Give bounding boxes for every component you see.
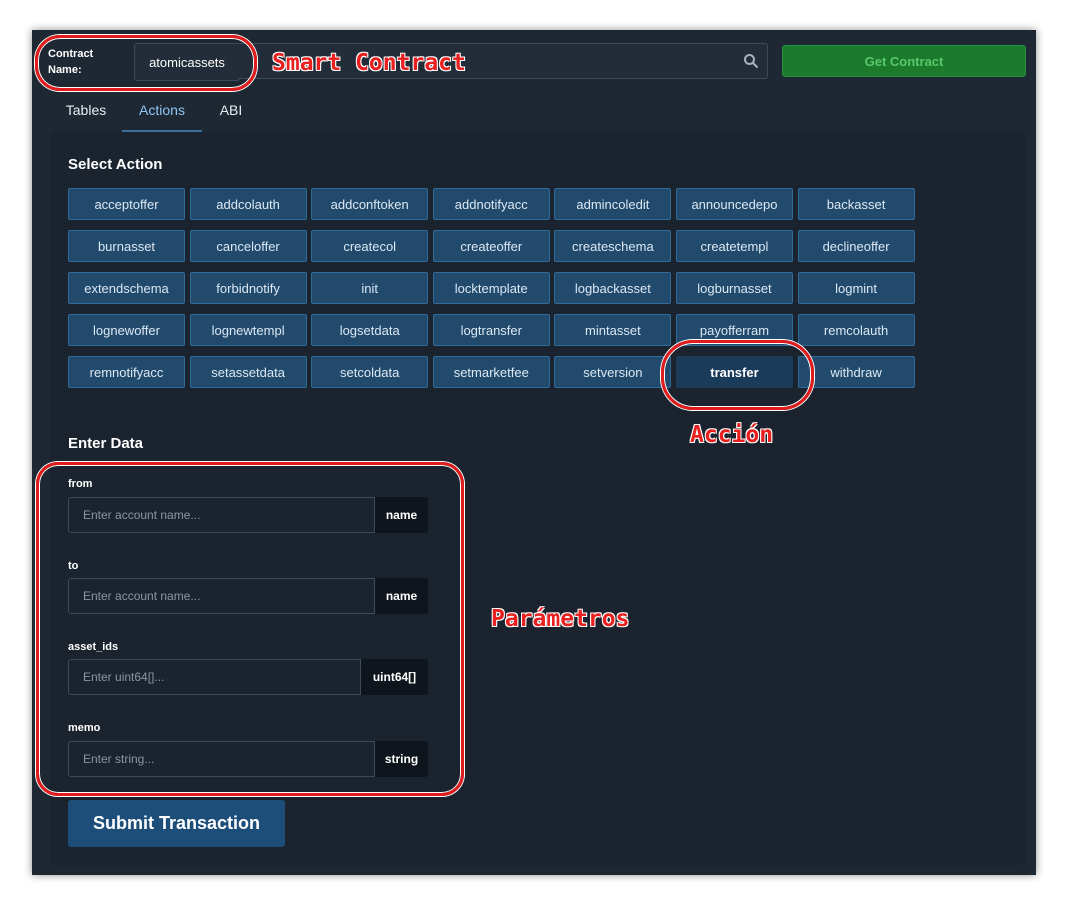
action-button-withdraw[interactable]: withdraw	[797, 356, 915, 388]
accion-highlight	[661, 340, 814, 410]
action-button-init[interactable]: init	[311, 272, 429, 304]
action-button-locktemplate[interactable]: locktemplate	[432, 272, 550, 304]
action-button-admincoledit[interactable]: admincoledit	[554, 188, 672, 220]
action-button-logburnasset[interactable]: logburnasset	[675, 272, 793, 304]
action-button-extendschema[interactable]: extendschema	[68, 272, 185, 304]
action-button-remnotifyacc[interactable]: remnotifyacc	[68, 356, 185, 388]
action-button-announcedepo[interactable]: announcedepo	[675, 188, 793, 220]
action-button-declineoffer[interactable]: declineoffer	[797, 230, 915, 262]
smart-contract-annotation: Smart Contract	[272, 50, 466, 76]
action-button-addnotifyacc[interactable]: addnotifyacc	[432, 188, 550, 220]
action-button-addcolauth[interactable]: addcolauth	[189, 188, 307, 220]
action-button-setassetdata[interactable]: setassetdata	[189, 356, 307, 388]
action-button-lognewtempl[interactable]: lognewtempl	[189, 314, 307, 346]
action-button-createoffer[interactable]: createoffer	[432, 230, 550, 262]
action-button-logtransfer[interactable]: logtransfer	[432, 314, 550, 346]
action-button-setmarketfee[interactable]: setmarketfee	[432, 356, 550, 388]
action-button-backasset[interactable]: backasset	[797, 188, 915, 220]
enter-data-title: Enter Data	[68, 435, 144, 452]
action-button-mintasset[interactable]: mintasset	[554, 314, 672, 346]
action-button-createcol[interactable]: createcol	[311, 230, 429, 262]
tab-abi[interactable]: ABI	[202, 94, 260, 132]
search-icon[interactable]	[743, 53, 759, 69]
action-button-logsetdata[interactable]: logsetdata	[311, 314, 429, 346]
action-button-lognewoffer[interactable]: lognewoffer	[68, 314, 185, 346]
action-button-forbidnotify[interactable]: forbidnotify	[189, 272, 307, 304]
action-button-createtempl[interactable]: createtempl	[675, 230, 793, 262]
action-button-setcoldata[interactable]: setcoldata	[311, 356, 429, 388]
tab-tables[interactable]: Tables	[52, 94, 120, 132]
tab-actions[interactable]: Actions	[122, 94, 202, 132]
submit-transaction-button[interactable]: Submit Transaction	[68, 800, 285, 847]
action-button-setversion[interactable]: setversion	[554, 356, 672, 388]
action-button-addconftoken[interactable]: addconftoken	[311, 188, 429, 220]
parametros-highlight	[36, 462, 464, 796]
get-contract-button[interactable]: Get Contract	[782, 45, 1026, 77]
action-button-canceloffer[interactable]: canceloffer	[189, 230, 307, 262]
parametros-annotation: Parámetros	[491, 606, 630, 632]
action-button-acceptoffer[interactable]: acceptoffer	[68, 188, 185, 220]
smart-contract-highlight	[35, 35, 257, 91]
accion-annotation: Acción	[690, 422, 774, 448]
action-button-logmint[interactable]: logmint	[797, 272, 915, 304]
action-button-createschema[interactable]: createschema	[554, 230, 672, 262]
select-action-title: Select Action	[68, 156, 163, 173]
action-button-remcolauth[interactable]: remcolauth	[797, 314, 915, 346]
action-button-logbackasset[interactable]: logbackasset	[554, 272, 672, 304]
action-button-burnasset[interactable]: burnasset	[68, 230, 185, 262]
